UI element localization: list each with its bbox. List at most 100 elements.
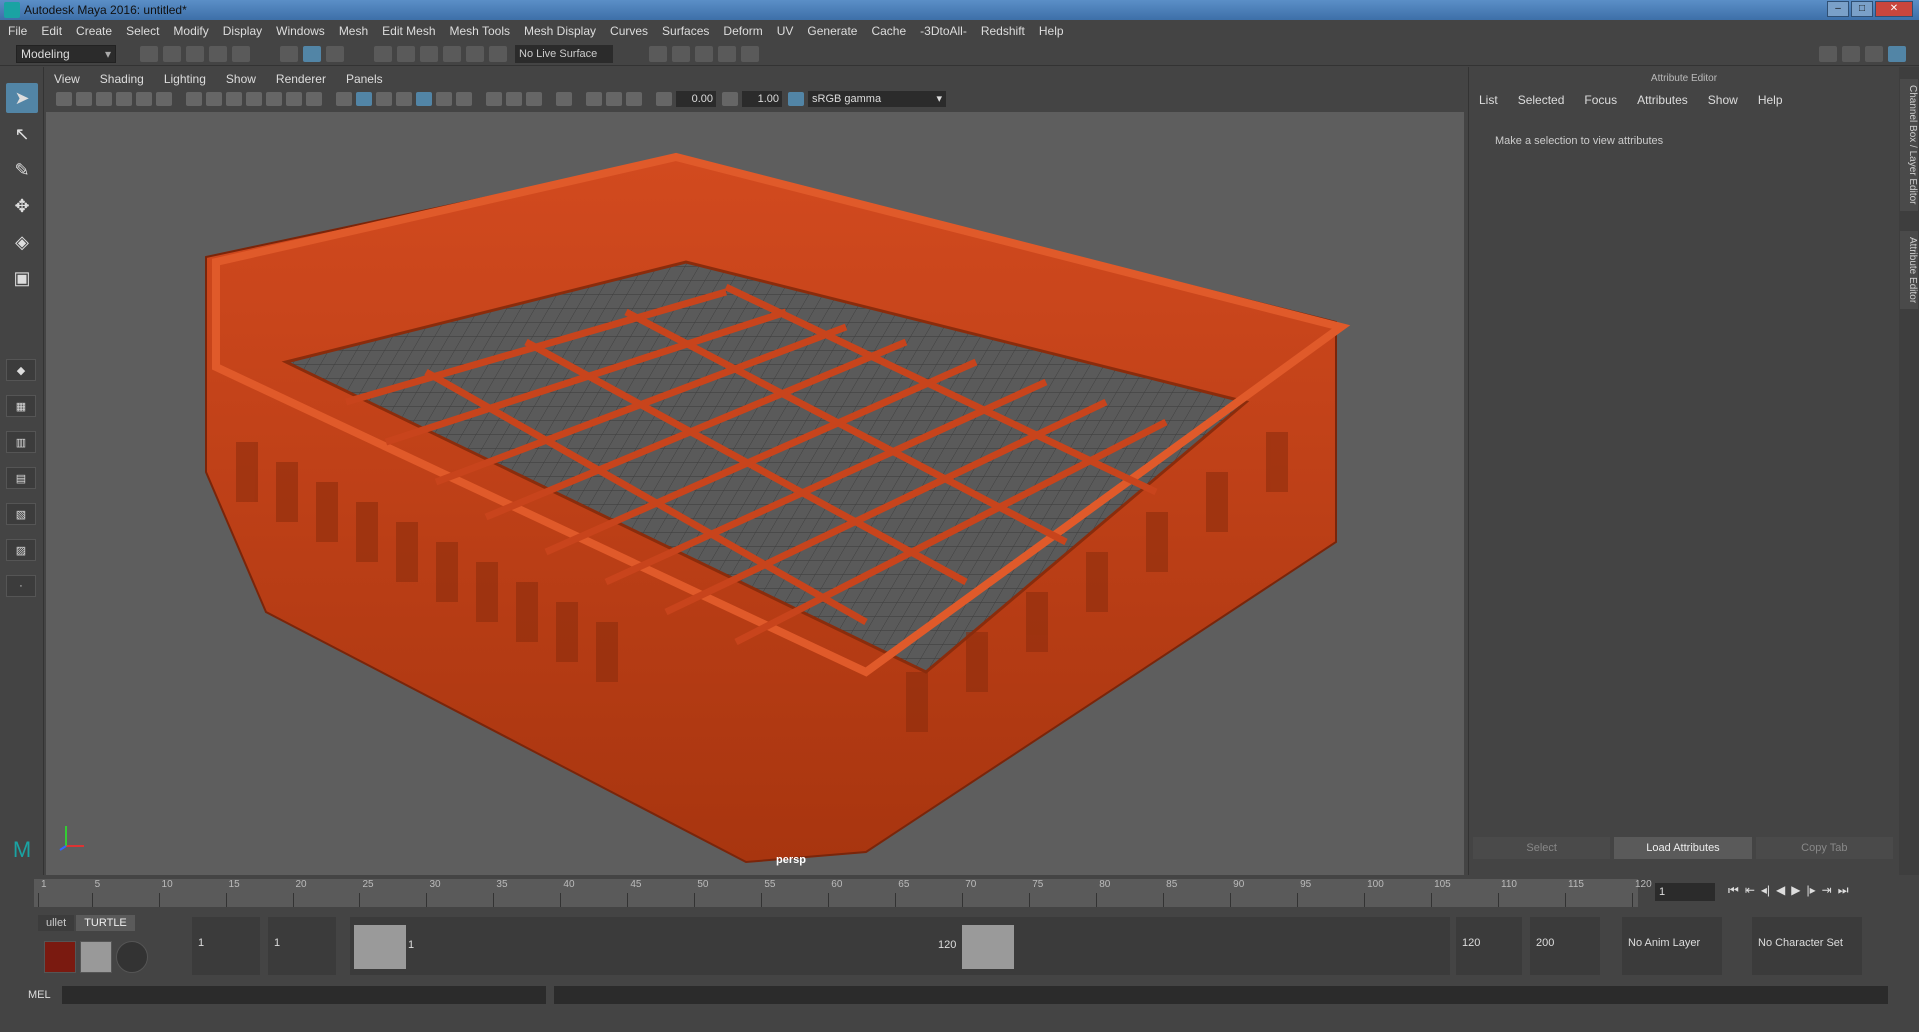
resolution-gate-icon[interactable] xyxy=(226,92,242,106)
minimize-button[interactable]: – xyxy=(1827,1,1849,17)
wireframe-icon[interactable] xyxy=(336,92,352,106)
ae-menu-selected[interactable]: Selected xyxy=(1518,93,1565,107)
menu-curves[interactable]: Curves xyxy=(610,24,648,38)
viewport-menu-show[interactable]: Show xyxy=(226,72,256,86)
render-current-icon[interactable] xyxy=(672,45,690,62)
hypershade-layout-icon[interactable]: ▧ xyxy=(6,503,36,525)
menu-help[interactable]: Help xyxy=(1039,24,1064,38)
image-plane-icon[interactable] xyxy=(116,92,132,106)
ae-load-attributes-button[interactable]: Load Attributes xyxy=(1614,837,1752,859)
turtle-render-icon[interactable] xyxy=(44,941,76,973)
camera-icon[interactable] xyxy=(56,92,72,106)
select-tool-icon[interactable]: ➤ xyxy=(6,83,38,113)
isolate-select-icon[interactable] xyxy=(556,92,572,106)
select-hierarchy-icon[interactable] xyxy=(280,45,298,62)
redo-icon[interactable] xyxy=(232,45,250,62)
toggle-modeling-toolkit-icon[interactable] xyxy=(1842,45,1860,62)
ae-select-button[interactable]: Select xyxy=(1473,837,1611,859)
mel-label[interactable]: MEL xyxy=(28,989,62,1001)
perspective-viewport[interactable]: persp xyxy=(46,112,1464,875)
ae-menu-show[interactable]: Show xyxy=(1708,93,1738,107)
close-button[interactable]: ✕ xyxy=(1875,1,1913,17)
viewport-menu-shading[interactable]: Shading xyxy=(100,72,144,86)
xray-icon[interactable] xyxy=(586,92,602,106)
motion-blur-icon[interactable] xyxy=(506,92,522,106)
workspace-icon[interactable] xyxy=(1819,45,1837,62)
menu-display[interactable]: Display xyxy=(223,24,262,38)
menu-file[interactable]: File xyxy=(8,24,27,38)
viewport-menu-view[interactable]: View xyxy=(54,72,80,86)
channel-box-tab[interactable]: Channel Box / Layer Editor xyxy=(1900,79,1918,211)
range-slider[interactable]: 1 120 xyxy=(350,917,1450,975)
ae-menu-list[interactable]: List xyxy=(1479,93,1498,107)
menu-3dtoall[interactable]: -3DtoAll- xyxy=(920,24,967,38)
menu-edit-mesh[interactable]: Edit Mesh xyxy=(382,24,435,38)
color-space-dropdown[interactable]: sRGB gamma xyxy=(808,91,946,107)
lasso-tool-icon[interactable]: ↖ xyxy=(6,119,38,149)
step-back-frame-button[interactable]: ◂| xyxy=(1761,883,1770,898)
menu-generate[interactable]: Generate xyxy=(807,24,857,38)
render-settings-icon[interactable] xyxy=(649,45,667,62)
menu-mesh-tools[interactable]: Mesh Tools xyxy=(450,24,510,38)
exposure-field[interactable]: 0.00 xyxy=(676,91,716,107)
ae-menu-help[interactable]: Help xyxy=(1758,93,1783,107)
character-set-dropdown[interactable]: No Character Set xyxy=(1752,917,1862,975)
custom-layout-icon[interactable]: · xyxy=(6,575,36,597)
gamma-icon[interactable] xyxy=(722,92,738,106)
grid-icon[interactable] xyxy=(186,92,202,106)
scene-end-field[interactable]: 200 xyxy=(1530,917,1600,975)
xray-joints-icon[interactable] xyxy=(626,92,642,106)
scale-tool-icon[interactable]: ▣ xyxy=(6,263,38,293)
wireframe-on-shaded-icon[interactable] xyxy=(396,92,412,106)
go-to-end-button[interactable]: ⏭ xyxy=(1838,883,1849,898)
grease-pencil-icon[interactable] xyxy=(156,92,172,106)
shelf-tab-turtle[interactable]: TURTLE xyxy=(76,915,135,931)
menu-redshift[interactable]: Redshift xyxy=(981,24,1025,38)
gamma-field[interactable]: 1.00 xyxy=(742,91,782,107)
new-scene-icon[interactable] xyxy=(140,45,158,62)
shelf-tab-bullet[interactable]: ullet xyxy=(38,915,75,931)
uv-layout-icon[interactable]: ▨ xyxy=(6,539,36,561)
play-forwards-button[interactable]: ▶ xyxy=(1791,883,1800,898)
menu-modify[interactable]: Modify xyxy=(173,24,208,38)
field-chart-icon[interactable] xyxy=(266,92,282,106)
safe-title-icon[interactable] xyxy=(306,92,322,106)
turtle-bake-icon[interactable] xyxy=(80,941,112,973)
menu-mesh-display[interactable]: Mesh Display xyxy=(524,24,596,38)
textured-icon[interactable] xyxy=(416,92,432,106)
snap-surface-icon[interactable] xyxy=(466,45,484,62)
smooth-shade-icon[interactable] xyxy=(356,92,372,106)
select-object-icon[interactable] xyxy=(303,45,321,62)
menu-windows[interactable]: Windows xyxy=(276,24,325,38)
undo-icon[interactable] xyxy=(209,45,227,62)
mode-selector[interactable]: Modeling xyxy=(16,44,116,63)
default-material-icon[interactable] xyxy=(376,92,392,106)
time-slider-track[interactable]: 1 5 10 15 20 25 30 35 40 45 50 55 60 65 70 75 80 85 90 95 10… xyxy=(34,879,1652,907)
menu-edit[interactable]: Edit xyxy=(41,24,62,38)
step-forward-frame-button[interactable]: |▸ xyxy=(1806,883,1815,898)
exposure-icon[interactable] xyxy=(656,92,672,106)
use-all-lights-icon[interactable] xyxy=(436,92,452,106)
viewport-menu-renderer[interactable]: Renderer xyxy=(276,72,326,86)
ae-menu-attributes[interactable]: Attributes xyxy=(1637,93,1688,107)
viewport-menu-lighting[interactable]: Lighting xyxy=(164,72,206,86)
ae-copy-tab-button[interactable]: Copy Tab xyxy=(1755,837,1893,859)
step-forward-key-button[interactable]: ⇥ xyxy=(1822,883,1832,898)
hypershade-icon[interactable] xyxy=(741,45,759,62)
menu-mesh[interactable]: Mesh xyxy=(339,24,368,38)
save-scene-icon[interactable] xyxy=(186,45,204,62)
menu-deform[interactable]: Deform xyxy=(723,24,762,38)
film-gate-icon[interactable] xyxy=(206,92,222,106)
toggle-outliner-icon[interactable] xyxy=(1865,45,1883,62)
snap-point-icon[interactable] xyxy=(420,45,438,62)
menu-cache[interactable]: Cache xyxy=(871,24,906,38)
menu-uv[interactable]: UV xyxy=(777,24,794,38)
toggle-attribute-editor-icon[interactable] xyxy=(1888,45,1906,62)
ipr-render-icon[interactable] xyxy=(695,45,713,62)
go-to-start-button[interactable]: ⏮ xyxy=(1728,883,1739,898)
render-view-icon[interactable] xyxy=(718,45,736,62)
paint-select-icon[interactable]: ✎ xyxy=(6,155,38,185)
move-tool-icon[interactable]: ✥ xyxy=(6,191,38,221)
maximize-button[interactable]: □ xyxy=(1851,1,1873,17)
step-back-key-button[interactable]: ⇤ xyxy=(1745,883,1755,898)
